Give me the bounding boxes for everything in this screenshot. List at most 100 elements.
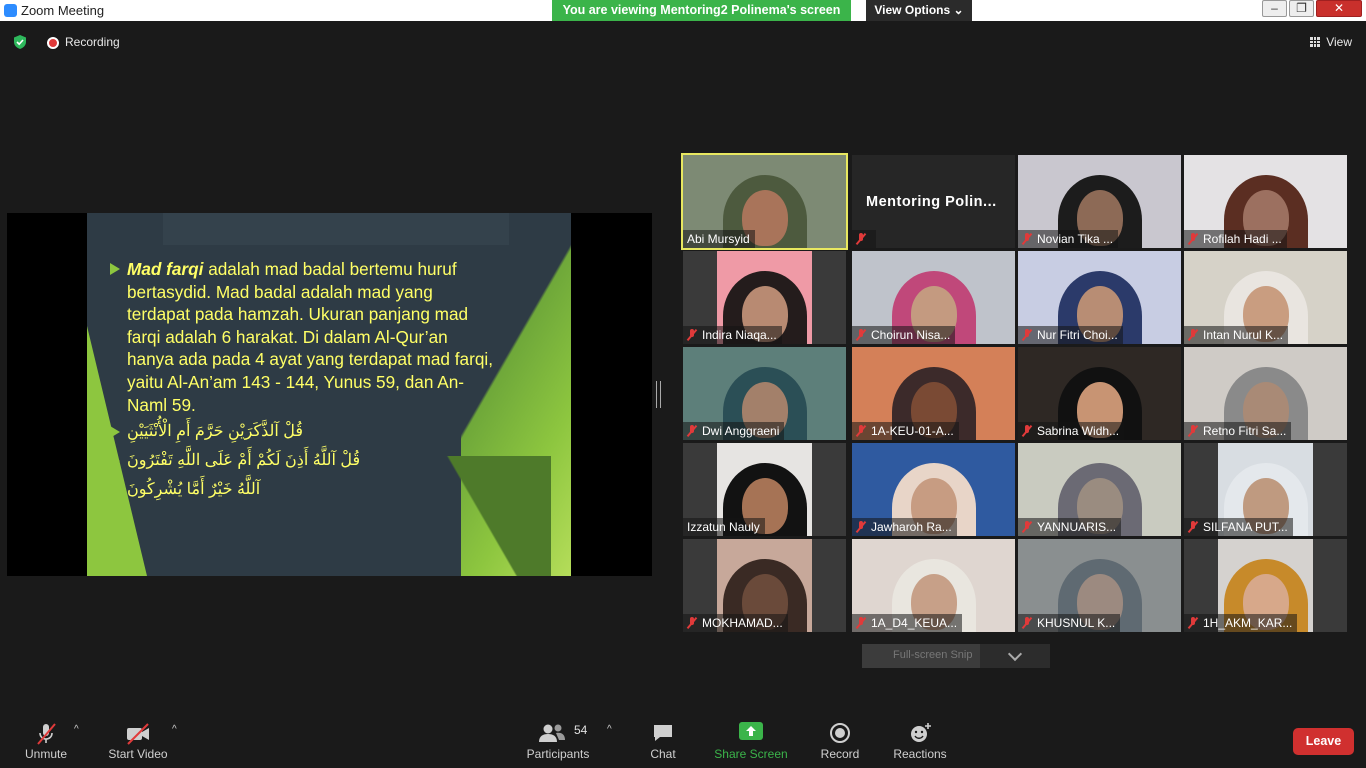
snip-toolbar[interactable]: Full-screen Snip [862, 644, 1050, 668]
participant-tile[interactable]: Mentoring Polin... [852, 155, 1015, 248]
participant-name: Izzatun Nauly [687, 520, 760, 534]
participant-name: Sabrina Widh... [1037, 424, 1120, 438]
participants-options-caret[interactable]: ^ [607, 724, 612, 735]
participant-tile[interactable]: Izzatun Nauly [683, 443, 846, 536]
presentation-slide: Mad farqi adalah mad badal bertemu huruf… [87, 213, 571, 576]
microphone-muted-icon [1188, 329, 1198, 341]
participant-name-bar: Choirun Nisa... [852, 326, 956, 344]
participant-name: YANNUARIS... [1037, 520, 1117, 534]
microphone-muted-icon [1188, 233, 1198, 245]
arabic-verse: قُلْ آللَّهُ أَذِنَ لَكُمْ أَمْ عَلَى ال… [127, 452, 361, 469]
participant-name: MOKHAMAD... [702, 616, 783, 630]
participant-name-bar [852, 230, 876, 248]
slide-line: terdapat pada hamzah. Ukuran panjang mad [127, 304, 469, 325]
participants-count: 54 [574, 723, 588, 737]
participant-tile[interactable]: Intan Nurul K... [1184, 251, 1347, 344]
unmute-label: Unmute [24, 747, 68, 761]
share-screen-icon [739, 722, 763, 740]
video-options-caret[interactable]: ^ [172, 724, 177, 735]
participant-name: KHUSNUL K... [1037, 616, 1116, 630]
leave-button[interactable]: Leave [1293, 728, 1354, 755]
microphone-muted-icon [687, 425, 697, 437]
participant-tile[interactable]: Abi Mursyid [681, 153, 848, 250]
arabic-verse: آللَّهُ خَيْرٌ أَمَّا يُشْرِكُونَ [127, 481, 261, 498]
participant-name: Novian Tika ... [1037, 232, 1114, 246]
meeting-status-row: Recording View [0, 22, 1366, 62]
participant-name: Jawharoh Ra... [871, 520, 952, 534]
participant-tile[interactable]: 1A_D4_KEUA... [852, 539, 1015, 632]
slide-line: yaitu Al-An’am 143 - 144, Yunus 59, dan … [127, 371, 464, 392]
participant-tile[interactable]: Sabrina Widh... [1018, 347, 1181, 440]
view-options-label: View Options [874, 3, 951, 17]
record-label: Record [820, 747, 860, 761]
participant-name-bar: Retno Fitri Sa... [1184, 422, 1292, 440]
participant-tile[interactable]: SILFANA PUT... [1184, 443, 1347, 536]
microphone-muted-icon [1022, 233, 1032, 245]
participant-tile[interactable]: Nur Fitri Choi... [1018, 251, 1181, 344]
view-label: View [1326, 35, 1352, 49]
start-video-label: Start Video [108, 747, 168, 761]
participant-name: Retno Fitri Sa... [1203, 424, 1287, 438]
participant-name: Rofilah Hadi ... [1203, 232, 1282, 246]
participant-name: 1H_AKM_KAR... [1203, 616, 1293, 630]
participant-tile[interactable]: MOKHAMAD... [683, 539, 846, 632]
participant-name: Choirun Nisa... [871, 328, 951, 342]
participant-name: Abi Mursyid [687, 232, 750, 246]
window-title: Zoom Meeting [21, 3, 105, 18]
participant-name-bar: Dwi Anggraeni [683, 422, 785, 440]
microphone-muted-icon [1188, 617, 1198, 629]
participant-name-bar: Abi Mursyid [683, 230, 755, 248]
participant-tile[interactable]: Indira Niaqa... [683, 251, 846, 344]
participant-tile[interactable]: 1A-KEU-01-A... [852, 347, 1015, 440]
maximize-button[interactable]: ❐ [1289, 0, 1314, 17]
participant-name-bar: Novian Tika ... [1018, 230, 1119, 248]
slide-paragraph: Mad farqi adalah mad badal bertemu huruf… [127, 258, 537, 416]
microphone-muted-icon [856, 329, 866, 341]
microphone-muted-icon [1188, 521, 1198, 533]
splitter-handle[interactable] [656, 381, 661, 408]
participant-name-bar: 1H_AKM_KAR... [1184, 614, 1298, 632]
participant-tile[interactable]: KHUSNUL K... [1018, 539, 1181, 632]
microphone-muted-icon [1022, 425, 1032, 437]
audio-options-caret[interactable]: ^ [74, 724, 79, 735]
microphone-muted-icon [856, 617, 866, 629]
participant-name-bar: Jawharoh Ra... [852, 518, 957, 536]
shared-screen: Mad farqi adalah mad badal bertemu huruf… [7, 213, 652, 576]
minimize-button[interactable]: – [1262, 0, 1287, 17]
microphone-muted-icon [856, 521, 866, 533]
participants-icon [539, 724, 565, 742]
participant-tile[interactable]: Jawharoh Ra... [852, 443, 1015, 536]
microphone-muted-icon [1022, 617, 1032, 629]
participant-name: 1A_D4_KEUA... [871, 616, 958, 630]
participant-tile[interactable]: Dwi Anggraeni [683, 347, 846, 440]
participant-tile[interactable]: Retno Fitri Sa... [1184, 347, 1347, 440]
participant-tile[interactable]: 1H_AKM_KAR... [1184, 539, 1347, 632]
recording-status[interactable]: Recording [65, 35, 120, 49]
participant-name-bar: Nur Fitri Choi... [1018, 326, 1123, 344]
chat-label: Chat [650, 747, 676, 761]
screen-share-banner: You are viewing Mentoring2 Polinema's sc… [552, 0, 851, 21]
slide-line: adalah mad badal bertemu huruf [208, 259, 457, 279]
participant-name: 1A-KEU-01-A... [871, 424, 954, 438]
snip-mode-label: Full-screen Snip [893, 649, 973, 661]
participant-tile[interactable]: Rofilah Hadi ... [1184, 155, 1347, 248]
participant-name-bar: YANNUARIS... [1018, 518, 1122, 536]
participant-name-bar: SILFANA PUT... [1184, 518, 1293, 536]
participant-name-bar: Izzatun Nauly [683, 518, 765, 536]
record-icon [830, 723, 850, 743]
shield-icon[interactable] [12, 34, 28, 50]
participant-tile[interactable]: Novian Tika ... [1018, 155, 1181, 248]
bullet-icon [110, 484, 120, 496]
arabic-verse: قُلْ آلذَّكَرَيْنِ حَرَّمَ أَمِ الْأُنْث… [127, 423, 304, 440]
participant-tile[interactable]: Choirun Nisa... [852, 251, 1015, 344]
participant-name-bar: MOKHAMAD... [683, 614, 788, 632]
bullet-icon [110, 455, 120, 467]
participant-tile[interactable]: YANNUARIS... [1018, 443, 1181, 536]
microphone-muted-icon [687, 617, 697, 629]
close-window-button[interactable]: ✕ [1316, 0, 1362, 17]
view-layout-button[interactable]: View [1310, 35, 1352, 49]
slide-line: Naml 59. [127, 394, 196, 415]
view-options-button[interactable]: View Options ⌄ [866, 0, 972, 21]
participant-name-bar: KHUSNUL K... [1018, 614, 1121, 632]
participant-name: Indira Niaqa... [702, 328, 777, 342]
